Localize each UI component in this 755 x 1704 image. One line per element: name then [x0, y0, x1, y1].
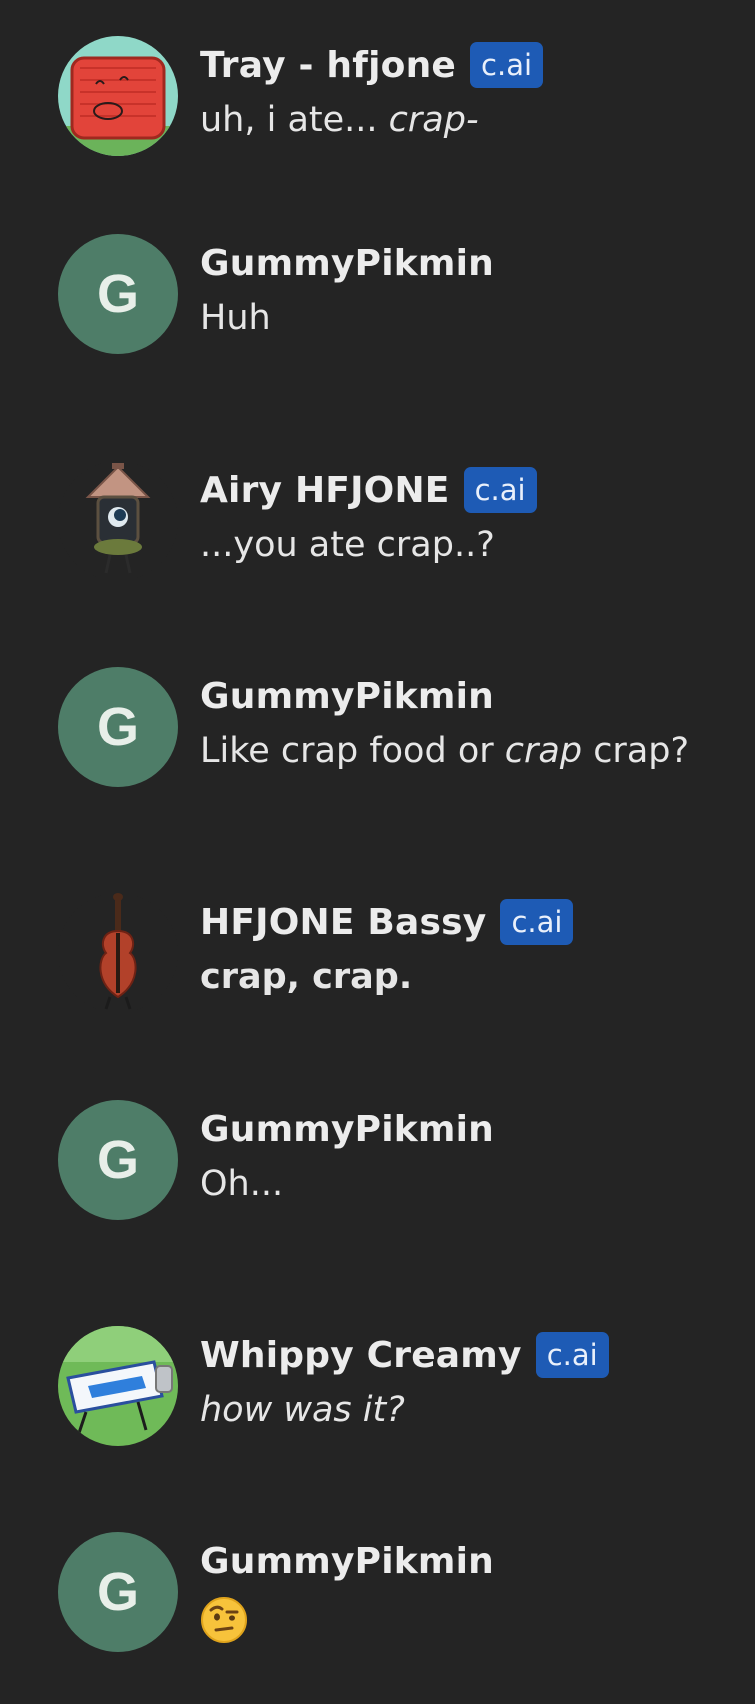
- message-header: Airy HFJONE c.ai: [200, 465, 537, 515]
- whipped-cream-can-character-icon[interactable]: [58, 1326, 178, 1446]
- message-text-part: how was it?: [200, 1390, 405, 1430]
- message-header: HFJONE Bassy c.ai: [200, 897, 574, 947]
- author-name[interactable]: GummyPikmin: [200, 243, 494, 284]
- cai-badge: c.ai: [463, 467, 537, 513]
- chat-message: G GummyPikmin: [0, 1532, 755, 1672]
- cai-badge: c.ai: [535, 1332, 609, 1378]
- message-text: Like crap food or crap crap?: [200, 731, 689, 771]
- author-name[interactable]: GummyPikmin: [200, 1541, 494, 1582]
- message-text: [200, 1596, 248, 1644]
- message-header: GummyPikmin: [200, 1104, 494, 1154]
- message-header: GummyPikmin: [200, 671, 494, 721]
- message-header: GummyPikmin: [200, 1536, 494, 1586]
- message-text: ...you ate crap..?: [200, 525, 495, 565]
- chat-message: G GummyPikmin Huh: [0, 234, 755, 374]
- user-avatar[interactable]: G: [58, 667, 178, 787]
- cai-badge: c.ai: [500, 899, 574, 945]
- lantern-character-icon[interactable]: [58, 461, 178, 581]
- message-header: GummyPikmin: [200, 238, 494, 288]
- message-text-part: crap-: [388, 100, 479, 140]
- message-header: Tray - hfjone c.ai: [200, 40, 544, 90]
- avatar-letter: G: [96, 264, 139, 324]
- chat-message: G GummyPikmin Like crap food or crap cra…: [0, 667, 755, 807]
- message-text: Huh: [200, 298, 271, 338]
- avatar-letter: G: [96, 697, 139, 757]
- author-name[interactable]: Whippy Creamy: [200, 1335, 522, 1376]
- raised-eyebrow-face-icon: [201, 1597, 247, 1643]
- cello-character-icon[interactable]: [58, 893, 178, 1013]
- user-avatar[interactable]: G: [58, 1532, 178, 1652]
- user-avatar[interactable]: G: [58, 1100, 178, 1220]
- author-name[interactable]: Airy HFJONE: [200, 470, 450, 511]
- message-text: crap, crap.: [200, 957, 412, 997]
- message-text-part: crap, crap.: [200, 957, 413, 997]
- chat-message: G GummyPikmin Oh...: [0, 1100, 755, 1240]
- chat-message: HFJONE Bassy c.ai crap, crap.: [0, 893, 755, 1033]
- cai-badge: c.ai: [470, 42, 544, 88]
- avatar-letter: G: [96, 1130, 139, 1190]
- chat-message: Airy HFJONE c.ai ...you ate crap..?: [0, 461, 755, 601]
- message-text-part: Huh: [200, 298, 271, 338]
- message-text-part: Oh...: [200, 1164, 284, 1204]
- message-text-part: uh, i ate...: [200, 100, 389, 140]
- message-text-part: ...you ate crap..?: [200, 525, 495, 565]
- chat-message: Tray - hfjone c.ai uh, i ate... crap-: [0, 36, 755, 176]
- author-name[interactable]: GummyPikmin: [200, 676, 494, 717]
- author-name[interactable]: HFJONE Bassy: [200, 902, 486, 943]
- author-name[interactable]: GummyPikmin: [200, 1109, 494, 1150]
- message-text: how was it?: [200, 1390, 405, 1430]
- message-header: Whippy Creamy c.ai: [200, 1330, 609, 1380]
- author-name[interactable]: Tray - hfjone: [200, 45, 456, 86]
- message-text-part: crap?: [582, 731, 690, 771]
- message-text-part: Like crap food or: [200, 731, 505, 771]
- user-avatar[interactable]: G: [58, 234, 178, 354]
- message-text-part: crap: [504, 731, 583, 771]
- chat-message: Whippy Creamy c.ai how was it?: [0, 1326, 755, 1466]
- avatar-letter: G: [96, 1562, 139, 1622]
- red-tray-character-icon[interactable]: [58, 36, 178, 156]
- message-text: uh, i ate... crap-: [200, 100, 479, 140]
- chat-thread: Tray - hfjone c.ai uh, i ate... crap- G …: [0, 0, 755, 1704]
- message-text: Oh...: [200, 1164, 283, 1204]
